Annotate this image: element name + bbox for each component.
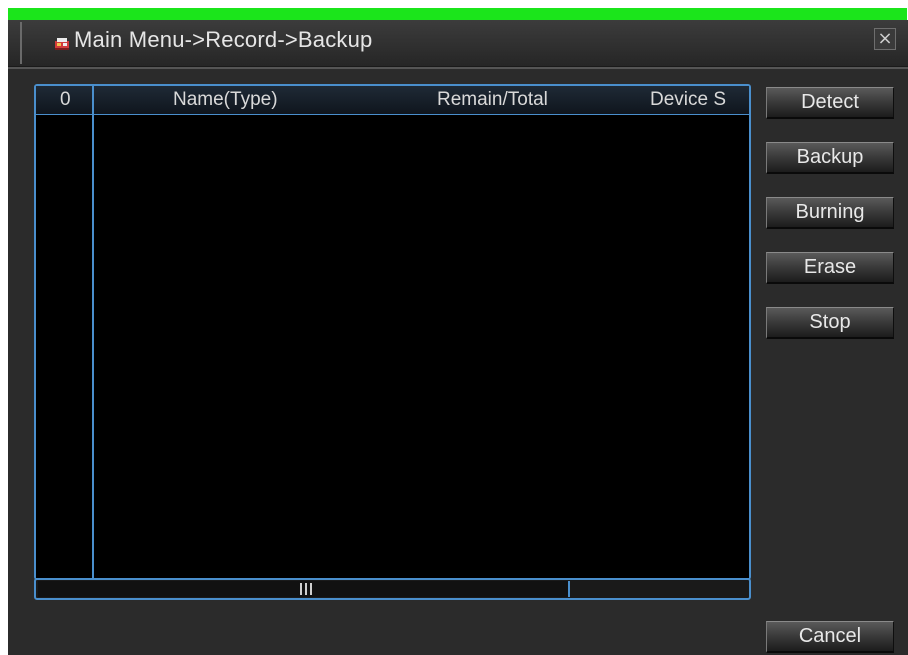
erase-button[interactable]: Erase: [766, 252, 894, 284]
close-button[interactable]: ×: [874, 28, 896, 50]
backup-button[interactable]: Backup: [766, 142, 894, 174]
device-list-header: 0 Name(Type) Remain/Total Device S: [36, 86, 749, 115]
burning-button[interactable]: Burning: [766, 197, 894, 229]
column-header-remain-total[interactable]: Remain/Total: [437, 89, 548, 111]
title-divider: [8, 67, 908, 69]
detect-button[interactable]: Detect: [766, 87, 894, 119]
backup-dialog: Main Menu->Record->Backup × 0 Name(Type)…: [8, 20, 908, 655]
column-header-index[interactable]: 0: [60, 89, 71, 111]
scrollbar-thumb[interactable]: [38, 581, 570, 597]
device-list-body[interactable]: [36, 115, 749, 578]
column-header-name-type[interactable]: Name(Type): [173, 89, 278, 111]
horizontal-scrollbar[interactable]: [34, 578, 751, 600]
top-status-bar: [8, 8, 907, 20]
grip-icon: [300, 583, 312, 595]
cancel-button[interactable]: Cancel: [766, 621, 894, 653]
title-bar: Main Menu->Record->Backup ×: [8, 20, 908, 67]
title-bar-edge: [20, 22, 22, 64]
screen: Main Menu->Record->Backup × 0 Name(Type)…: [0, 0, 908, 655]
window-title: Main Menu->Record->Backup: [74, 27, 373, 52]
stop-button[interactable]: Stop: [766, 307, 894, 339]
record-menu-icon: [55, 38, 69, 50]
device-list[interactable]: 0 Name(Type) Remain/Total Device S: [34, 84, 751, 580]
column-divider: [92, 86, 94, 578]
column-header-device-status[interactable]: Device S: [650, 89, 726, 111]
